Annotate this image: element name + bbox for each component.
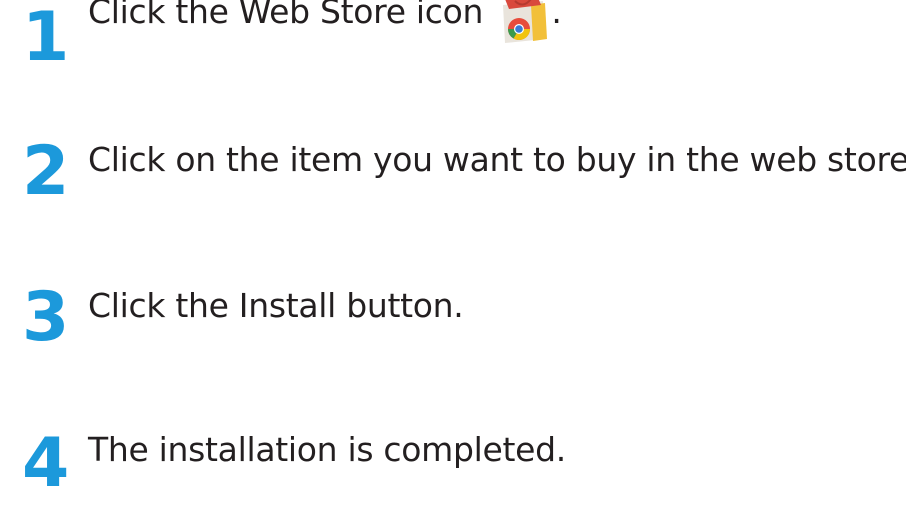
step-label: Click the Web Store icon bbox=[88, 0, 484, 31]
step-number: 4 bbox=[22, 424, 70, 503]
step-text: Click the Web Store icon . bbox=[88, 0, 562, 45]
step-number: 1 bbox=[22, 0, 70, 77]
step-number: 2 bbox=[22, 132, 70, 211]
step-2: 2 Click on the item you want to buy in t… bbox=[0, 128, 906, 218]
step-3: 3 Click the Install button. bbox=[0, 274, 906, 364]
step-text: The installation is completed. bbox=[88, 430, 566, 469]
step-text: Click on the item you want to buy in the… bbox=[88, 140, 906, 179]
step-number: 3 bbox=[22, 278, 70, 357]
step-4: 4 The installation is completed. bbox=[0, 420, 906, 510]
step-text: Click the Install button. bbox=[88, 286, 464, 325]
step-suffix: . bbox=[551, 0, 562, 31]
chrome-web-store-icon bbox=[497, 0, 551, 45]
step-1: 1 Click the Web Store icon . bbox=[0, 0, 906, 77]
